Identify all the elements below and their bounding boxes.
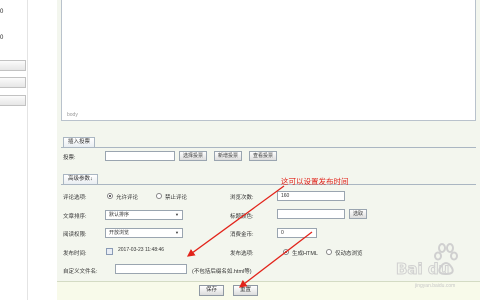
read-permission-label: 阅读权限: xyxy=(63,232,87,238)
tab-insert-vote[interactable]: 插入投票 xyxy=(63,137,96,147)
sidebar-button[interactable] xyxy=(0,95,26,106)
reset-button[interactable]: 重置 xyxy=(233,285,259,296)
left-sidebar: 0 0 xyxy=(0,0,28,300)
sidebar-number: 0 xyxy=(0,35,4,41)
sidebar-button[interactable] xyxy=(0,77,26,88)
comment-deny-label: 禁止评论 xyxy=(165,195,188,201)
tab-advanced-params[interactable]: 高级参数↓ xyxy=(63,174,98,184)
cost-input[interactable]: 0 xyxy=(277,228,317,238)
watermark-subtext: jingyan.baidu.com xyxy=(415,283,456,289)
comment-deny-radio[interactable] xyxy=(156,193,162,199)
add-vote-button[interactable]: 新增投票 xyxy=(214,151,243,161)
publish-html-label: 生成HTML xyxy=(292,251,318,257)
select-vote-button[interactable]: 选择投票 xyxy=(179,151,208,161)
comment-allow-radio[interactable] xyxy=(107,193,113,199)
sidebar-button[interactable] xyxy=(0,60,26,71)
section-divider xyxy=(61,184,476,185)
title-color-input[interactable] xyxy=(277,209,345,219)
content-editor[interactable]: body xyxy=(61,0,476,121)
comment-allow-label: 允许评论 xyxy=(116,195,139,201)
comment-options-label: 评论选项: xyxy=(63,195,87,201)
custom-filename-input[interactable] xyxy=(115,264,187,274)
save-button[interactable]: 保存 xyxy=(199,285,225,296)
watermark-brand: Bai du xyxy=(396,260,449,278)
baidu-paw-icon: Bai du xyxy=(396,243,458,279)
publish-dynamic-label: 仅动态浏览 xyxy=(335,251,363,257)
chevron-down-icon: ▼ xyxy=(175,230,179,235)
read-permission-value: 开放浏览 xyxy=(109,230,130,236)
chevron-down-icon: ▼ xyxy=(175,212,179,217)
views-input[interactable]: 160 xyxy=(277,191,345,201)
sort-select-value: 默认排序 xyxy=(109,212,130,218)
publish-dynamic-radio[interactable] xyxy=(326,249,332,255)
read-permission-select[interactable]: 开放浏览 ▼ xyxy=(105,228,183,238)
view-vote-button[interactable]: 查看投票 xyxy=(249,151,278,161)
publish-time-label: 发布时间: xyxy=(63,251,87,257)
calendar-icon[interactable] xyxy=(106,248,113,255)
section-divider xyxy=(61,147,476,148)
vote-input[interactable] xyxy=(105,151,175,161)
sidebar-number: 0 xyxy=(0,9,4,15)
editor-element-path: body xyxy=(67,112,78,118)
cost-label: 消费金币: xyxy=(230,232,254,238)
publish-time-input[interactable]: 2017-03-23 11:48:46 xyxy=(115,246,185,256)
pick-color-button[interactable]: 选取 xyxy=(349,209,368,219)
views-label: 浏览次数: xyxy=(230,195,254,201)
publish-html-radio[interactable] xyxy=(283,249,289,255)
vote-label: 投票: xyxy=(63,155,76,161)
publish-options-label: 发布选项: xyxy=(230,251,254,257)
sort-select[interactable]: 默认排序 ▼ xyxy=(105,210,183,220)
custom-filename-label: 自定义文件名: xyxy=(63,269,98,275)
sort-label: 文章排序: xyxy=(63,214,87,220)
title-color-label: 标题颜色: xyxy=(230,214,254,220)
annotation-text: 这可以设置发布时间 xyxy=(281,177,349,186)
custom-filename-hint: (不包括后缀名如.html等) xyxy=(192,269,252,275)
